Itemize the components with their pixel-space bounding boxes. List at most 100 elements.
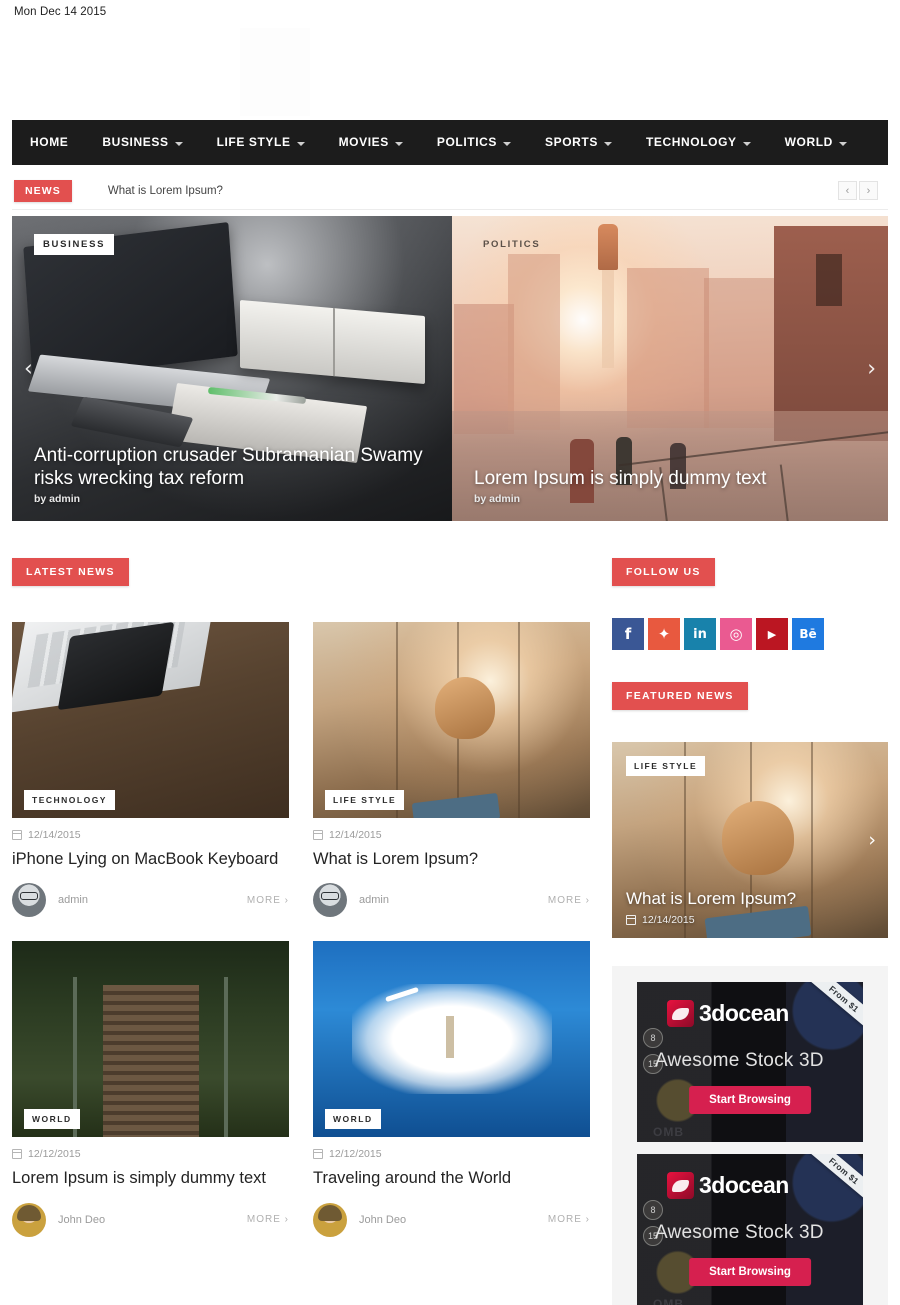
nav-item-politics[interactable]: POLITICS (420, 120, 528, 165)
article-author: admin (359, 894, 389, 907)
top-header: Mon Dec 14 2015 (0, 0, 900, 118)
3docean-mark-icon (667, 1000, 694, 1027)
ad-logo: 3docean (667, 1172, 789, 1199)
ad-watermark: OMB (653, 1297, 684, 1305)
twitter-icon[interactable]: ✦ (648, 618, 680, 650)
nav-label: HOME (30, 135, 69, 149)
article-date: 12/14/2015 (313, 829, 590, 841)
ad-watermark: OMB (653, 1125, 684, 1139)
ad-ball-8: 8 (643, 1028, 663, 1048)
nav-label: WORLD (784, 135, 833, 149)
article-thumbnail[interactable]: WORLD (313, 941, 590, 1138)
nav-item-life-style[interactable]: LIFE STYLE (200, 120, 322, 165)
ad-banner[interactable]: 8 15 3docean Awesome Stock 3D Start Brow… (637, 982, 863, 1142)
ad-tagline: Awesome Stock 3D (655, 1050, 824, 1071)
ad-banner[interactable]: 8 15 3docean Awesome Stock 3D Start Brow… (637, 1154, 863, 1305)
hero-prev-arrow[interactable]: ‹ (24, 356, 33, 381)
hero-slide-byline: by admin (34, 493, 81, 505)
featured-article-card[interactable]: LIFE STYLE › What is Lorem Ipsum? 12/14/… (612, 742, 888, 938)
article-card[interactable]: TECHNOLOGY 12/14/2015 iPhone Lying on Ma… (12, 622, 289, 918)
youtube-icon[interactable]: ▶ (756, 618, 788, 650)
hero-slide-title[interactable]: Lorem Ipsum is simply dummy text (474, 468, 866, 490)
article-category-badge: TECHNOLOGY (24, 790, 115, 810)
article-author: John Deo (58, 1213, 106, 1226)
ticker-prev-button[interactable]: ‹ (838, 181, 857, 200)
article-thumbnail[interactable]: LIFE STYLE (313, 622, 590, 818)
nav-item-sports[interactable]: SPORTS (528, 120, 629, 165)
3docean-mark-icon (667, 1172, 694, 1199)
hero-slide-politics[interactable]: POLITICS › Lorem Ipsum is simply dummy t… (452, 216, 888, 521)
article-footer: admin MORE › (12, 883, 289, 918)
hero-slider: BUSINESS ‹ Anti-corruption crusader Subr… (12, 216, 888, 521)
nav-label: BUSINESS (102, 135, 169, 149)
linkedin-icon[interactable]: in (684, 618, 716, 650)
read-more-link[interactable]: MORE › (548, 1214, 590, 1225)
current-date: Mon Dec 14 2015 (14, 6, 107, 18)
article-date-text: 12/14/2015 (329, 829, 382, 841)
advertisement-panel: 8 15 3docean Awesome Stock 3D Start Brow… (612, 966, 888, 1305)
nav-item-business[interactable]: BUSINESS (85, 120, 199, 165)
avatar (313, 883, 347, 918)
article-date-text: 12/14/2015 (28, 829, 81, 841)
news-ticker: NEWS What is Lorem Ipsum? ‹ › (12, 172, 888, 210)
article-card[interactable]: WORLD 12/12/2015 Traveling around the Wo… (313, 941, 590, 1237)
featured-date-text: 12/14/2015 (642, 914, 695, 926)
article-date: 12/12/2015 (313, 1148, 590, 1160)
chevron-down-icon (174, 141, 183, 146)
ticker-next-button[interactable]: › (859, 181, 878, 200)
hero-category-badge: POLITICS (483, 239, 541, 250)
chevron-down-icon (742, 141, 751, 146)
facebook-icon[interactable]: f (612, 618, 644, 650)
hero-slide-byline: by admin (474, 493, 521, 505)
read-more-link[interactable]: MORE › (247, 1214, 289, 1225)
article-title[interactable]: iPhone Lying on MacBook Keyboard (12, 849, 289, 870)
hero-slide-meta: Anti-corruption crusader Subramanian Swa… (34, 445, 430, 505)
start-browsing-button[interactable]: Start Browsing (689, 1258, 811, 1286)
social-links: f ✦ in ◎ ▶ Bē (612, 618, 888, 650)
hero-slide-business[interactable]: BUSINESS ‹ Anti-corruption crusader Subr… (12, 216, 452, 521)
featured-next-arrow[interactable]: › (868, 829, 876, 851)
nav-item-world[interactable]: WORLD (768, 120, 864, 165)
calendar-icon (313, 1149, 323, 1160)
nav-label: SPORTS (545, 135, 598, 149)
article-category-badge: WORLD (24, 1109, 80, 1130)
nav-label: LIFE STYLE (216, 135, 291, 149)
article-category-badge: WORLD (325, 1109, 381, 1130)
avatar (12, 1202, 46, 1237)
hero-next-arrow[interactable]: › (867, 356, 876, 381)
article-thumbnail[interactable]: WORLD (12, 941, 289, 1138)
nav-item-movies[interactable]: MOVIES (322, 120, 420, 165)
article-title[interactable]: Lorem Ipsum is simply dummy text (12, 1168, 289, 1189)
nav-label: MOVIES (338, 135, 389, 149)
ad-brand-name: 3docean (699, 1000, 789, 1026)
article-card[interactable]: LIFE STYLE 12/14/2015 What is Lorem Ipsu… (313, 622, 590, 918)
read-more-link[interactable]: MORE › (247, 895, 289, 906)
ticker-controls: ‹ › (838, 181, 888, 200)
page-root: Mon Dec 14 2015 HOME BUSINESS LIFE STYLE… (0, 0, 900, 1305)
article-category-badge: LIFE STYLE (325, 790, 405, 810)
featured-date: 12/14/2015 (626, 914, 796, 926)
behance-icon[interactable]: Bē (792, 618, 824, 650)
start-browsing-button[interactable]: Start Browsing (689, 1086, 811, 1114)
avatar (12, 883, 46, 918)
ad-logo: 3docean (667, 1000, 789, 1027)
article-date: 12/12/2015 (12, 1148, 289, 1160)
hero-slide-title[interactable]: Anti-corruption crusader Subramanian Swa… (34, 445, 430, 490)
article-card[interactable]: WORLD 12/12/2015 Lorem Ipsum is simply d… (12, 941, 289, 1237)
nav-item-home[interactable]: HOME (12, 120, 85, 165)
ad-brand-name: 3docean (699, 1172, 789, 1198)
chevron-down-icon (394, 141, 403, 146)
chevron-down-icon (603, 141, 612, 146)
article-title[interactable]: What is Lorem Ipsum? (313, 849, 590, 870)
calendar-icon (626, 915, 636, 925)
calendar-icon (313, 830, 323, 840)
article-grid: TECHNOLOGY 12/14/2015 iPhone Lying on Ma… (12, 622, 590, 1237)
ticker-headline[interactable]: What is Lorem Ipsum? (108, 185, 223, 197)
read-more-link[interactable]: MORE › (548, 895, 590, 906)
article-thumbnail[interactable]: TECHNOLOGY (12, 622, 289, 818)
article-title[interactable]: Traveling around the World (313, 1168, 590, 1189)
featured-title[interactable]: What is Lorem Ipsum? (626, 889, 796, 909)
featured-category-badge: LIFE STYLE (626, 756, 706, 776)
dribbble-icon[interactable]: ◎ (720, 618, 752, 650)
nav-item-technology[interactable]: TECHNOLOGY (629, 120, 768, 165)
